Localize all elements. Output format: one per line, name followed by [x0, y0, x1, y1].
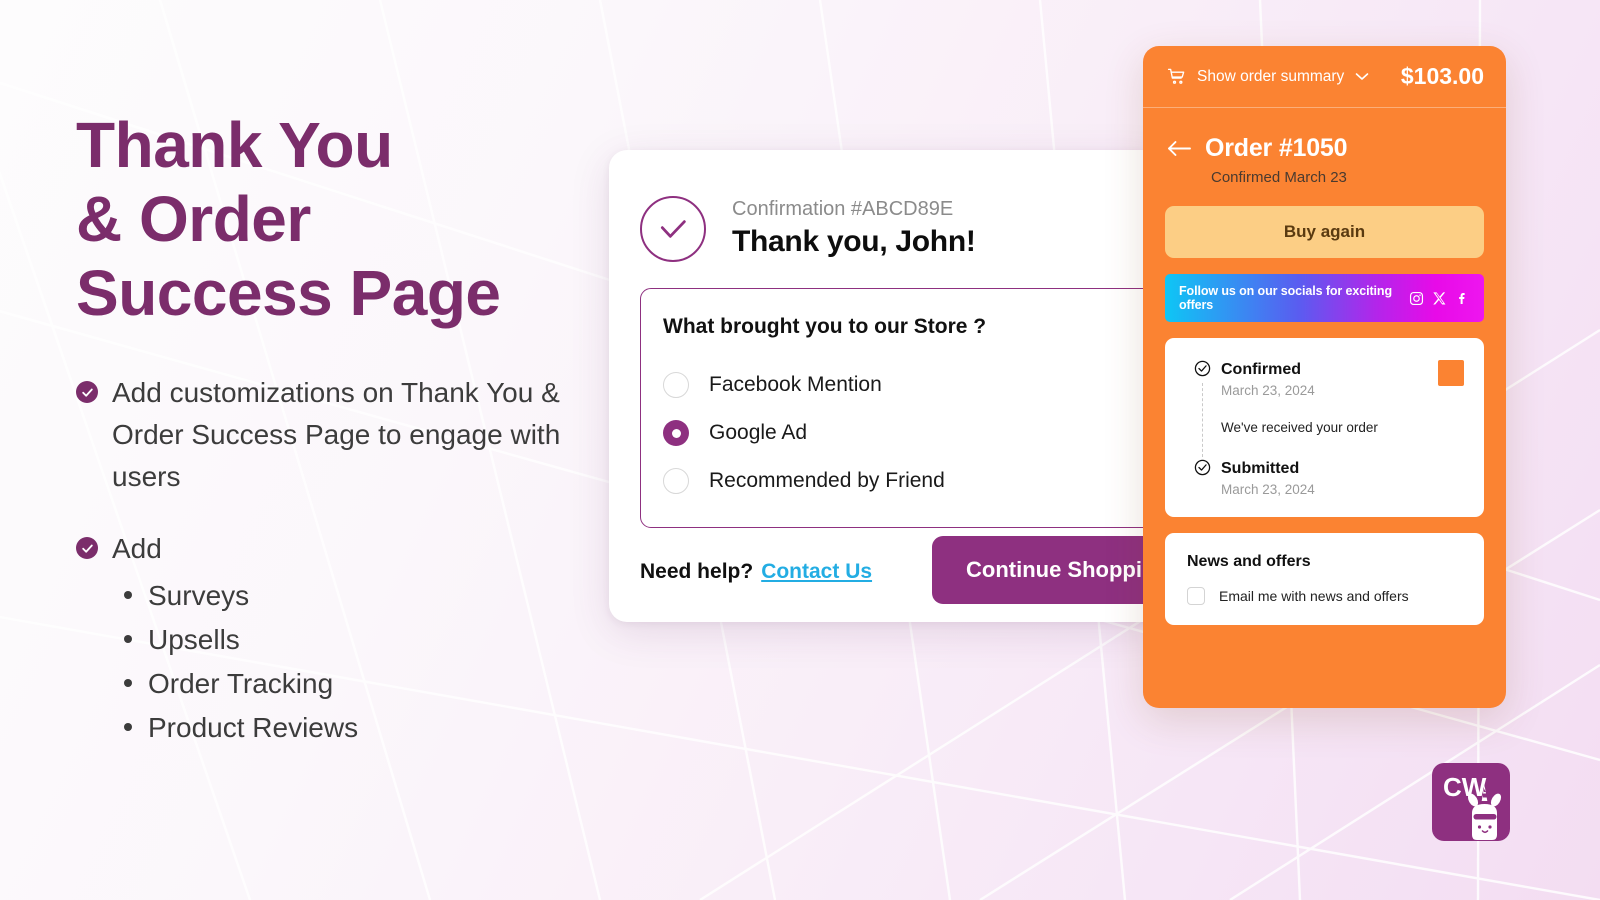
chevron-down-icon [1355, 72, 1369, 81]
list-item: Add customizations on Thank You & Order … [76, 372, 676, 498]
radio-option-recommended-by-friend[interactable]: Recommended by Friend [663, 457, 1199, 505]
check-circle-icon [1194, 459, 1211, 476]
shopping-cart-icon [1167, 67, 1186, 86]
social-banner-label: Follow us on our socials for exciting of… [1179, 284, 1392, 312]
timeline-step-date: March 23, 2024 [1221, 383, 1315, 398]
sub-item-label: Upsells [148, 624, 240, 655]
check-circle-icon [76, 537, 98, 559]
show-order-summary-label: Show order summary [1197, 67, 1345, 85]
list-item: Product Reviews [124, 706, 676, 749]
order-total: $103.00 [1400, 63, 1484, 89]
list-item: Order Tracking [124, 662, 676, 705]
confirmation-number: Confirmation #ABCD89E [732, 198, 954, 220]
check-circle-icon [1194, 360, 1211, 377]
order-timeline-card: Confirmed March 23, 2024 We've received … [1165, 338, 1484, 517]
order-status-date: Confirmed March 23 [1211, 169, 1347, 186]
radio-option-facebook-mention[interactable]: Facebook Mention [663, 361, 1199, 409]
radio-button-icon[interactable] [663, 372, 689, 398]
timeline-step-title: Confirmed [1221, 361, 1301, 378]
list-item: Upsells [124, 618, 676, 661]
timeline-message: We've received your order [1221, 420, 1378, 435]
brand-logo-badge: CW [1432, 763, 1510, 841]
radio-option-label: Recommended by Friend [709, 469, 945, 492]
show-order-summary-toggle[interactable]: Show order summary [1167, 67, 1369, 86]
panel-header: Show order summary $103.00 [1143, 46, 1506, 108]
list-item: Surveys [124, 574, 676, 617]
buy-again-button[interactable]: Buy again [1165, 206, 1484, 258]
check-circle-icon [76, 381, 98, 403]
checkbox-icon[interactable] [1187, 587, 1205, 605]
arrow-left-icon[interactable] [1167, 140, 1191, 157]
radio-option-label: Google Ad [709, 421, 808, 444]
email-news-checkbox-label: Email me with news and offers [1219, 588, 1409, 604]
order-id-title: Order #1050 [1205, 134, 1348, 162]
survey-options: Facebook Mention Google Ad Recommended b… [663, 361, 1199, 505]
need-help-label: Need help? [640, 560, 754, 583]
timeline-connector [1201, 383, 1203, 457]
news-and-offers-card: News and offers Email me with news and o… [1165, 533, 1484, 625]
hero-section: Thank You & Order Success Page Add custo… [76, 108, 676, 749]
radio-option-google-ad[interactable]: Google Ad [663, 409, 1199, 457]
bullet-dot-icon [124, 635, 132, 643]
thank-you-title: Thank you, John! [732, 225, 976, 258]
list-item: Add [76, 528, 676, 570]
contact-us-link[interactable]: Contact Us [761, 560, 872, 584]
order-heading: Order #1050 Confirmed March 23 [1143, 108, 1506, 186]
survey-question: What brought you to our Store ? [663, 315, 987, 338]
bullet-dot-icon [124, 723, 132, 731]
check-circle-outline-icon [640, 196, 706, 262]
instagram-icon[interactable] [1409, 291, 1424, 306]
product-thumbnail [1438, 360, 1464, 386]
timeline-step-title: Submitted [1221, 460, 1300, 477]
social-follow-banner[interactable]: Follow us on our socials for exciting of… [1165, 274, 1484, 322]
bullet-dot-icon [124, 679, 132, 687]
survey-box: What brought you to our Store ? Facebook… [640, 288, 1200, 528]
feature-bullet-list: Add customizations on Thank You & Order … [76, 372, 676, 749]
x-twitter-icon[interactable] [1432, 291, 1447, 306]
radio-button-selected-icon[interactable] [663, 420, 689, 446]
timeline-step-submitted: Submitted March 23, 2024 [1187, 459, 1464, 497]
sub-item-label: Order Tracking [148, 668, 334, 699]
page-title: Thank You & Order Success Page [76, 109, 501, 329]
sub-item-label: Product Reviews [148, 712, 359, 743]
card-footer: Need help? Contact Us Continue Shopping [640, 536, 1203, 604]
radio-button-icon[interactable] [663, 468, 689, 494]
news-and-offers-title: News and offers [1187, 553, 1311, 570]
bullet-label: Add customizations on Thank You & Order … [112, 377, 561, 492]
timeline-step-confirmed: Confirmed March 23, 2024 We've received … [1187, 360, 1464, 459]
email-news-checkbox-row[interactable]: Email me with news and offers [1187, 587, 1464, 605]
order-confirmation-card: Confirmation #ABCD89E Thank you, John! W… [609, 150, 1203, 622]
facebook-icon[interactable] [1455, 291, 1470, 306]
sub-item-label: Surveys [148, 580, 250, 611]
feature-sub-list: Surveys Upsells Order Tracking Product R… [124, 574, 676, 749]
bullet-label: Add [112, 533, 162, 564]
unicorn-mascot-icon [1467, 785, 1502, 840]
order-status-panel: Show order summary $103.00 Order #1050 C… [1143, 46, 1506, 708]
confirmation-header: Confirmation #ABCD89E Thank you, John! [640, 196, 1165, 262]
radio-option-label: Facebook Mention [709, 373, 882, 396]
timeline-step-date: March 23, 2024 [1221, 482, 1315, 497]
bullet-dot-icon [124, 591, 132, 599]
